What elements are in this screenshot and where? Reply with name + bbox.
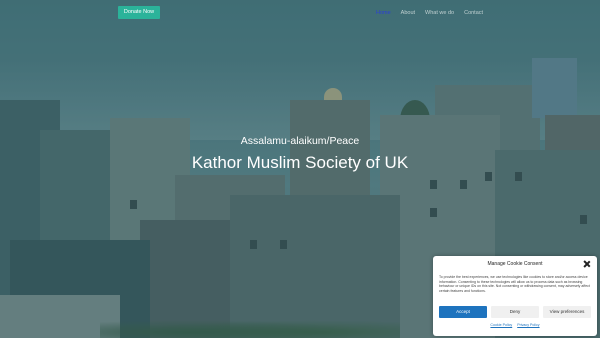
accept-button[interactable]: Accept	[439, 306, 487, 318]
view-preferences-button[interactable]: View preferences	[543, 306, 591, 318]
nav-home[interactable]: Home	[376, 10, 391, 16]
cookie-title: Manage Cookie Consent	[487, 261, 543, 267]
cookie-body-text: To provide the best experiences, we use …	[439, 275, 590, 293]
close-icon[interactable]	[583, 260, 591, 268]
nav-contact[interactable]: Contact	[464, 10, 483, 16]
nav-about[interactable]: About	[401, 10, 415, 16]
cookie-consent-banner: Manage Cookie Consent To provide the bes…	[433, 256, 597, 336]
hero-greeting: Assalamu-alaikum/Peace	[240, 135, 360, 147]
cookie-policy-link[interactable]: Cookie Policy	[490, 323, 512, 327]
cookie-links: Cookie Policy Privacy Policy	[433, 323, 597, 327]
nav-what-we-do[interactable]: What we do	[425, 10, 454, 16]
deny-button[interactable]: Deny	[491, 306, 539, 318]
hero-title: Kathor Muslim Society of UK	[191, 153, 409, 172]
main-nav: Home About What we do Contact	[376, 10, 483, 16]
privacy-policy-link[interactable]: Privacy Policy	[517, 323, 539, 327]
donate-now-button[interactable]: Donate Now	[118, 6, 160, 19]
cookie-buttons: Accept Deny View preferences	[439, 306, 591, 318]
